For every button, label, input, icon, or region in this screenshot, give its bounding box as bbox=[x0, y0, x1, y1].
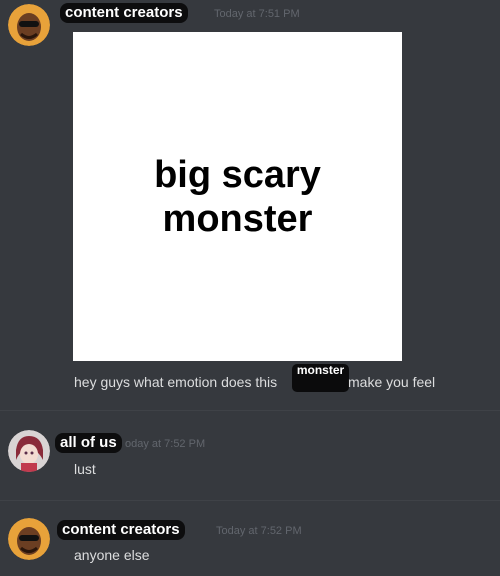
message-text: lust bbox=[74, 461, 96, 477]
avatar[interactable] bbox=[8, 4, 50, 46]
avatar[interactable] bbox=[8, 430, 50, 472]
message-2: all of us oday at 7:52 PM lust bbox=[0, 420, 500, 500]
timestamp: Today at 7:51 PM bbox=[214, 8, 300, 20]
censor-bar: monster bbox=[292, 364, 349, 392]
meme-image[interactable]: big scary monster bbox=[73, 32, 402, 361]
username[interactable]: all of us bbox=[55, 433, 122, 453]
username[interactable]: content creators bbox=[60, 3, 188, 23]
message-text-after: make you feel bbox=[348, 374, 436, 390]
meme-caption-line-1: big scary bbox=[154, 153, 321, 196]
timestamp: oday at 7:52 PM bbox=[125, 438, 206, 450]
divider bbox=[0, 500, 500, 501]
meme-caption: big scary monster bbox=[154, 153, 321, 241]
username[interactable]: content creators bbox=[57, 520, 185, 540]
message-text-before: hey guys what emotion does this bbox=[74, 374, 278, 390]
timestamp: Today at 7:52 PM bbox=[216, 525, 302, 537]
censor-label: monster bbox=[296, 363, 345, 377]
meme-caption-line-2: monster bbox=[162, 197, 313, 240]
message-text: anyone else bbox=[74, 547, 150, 563]
divider bbox=[0, 410, 500, 411]
message-3: content creators Today at 7:52 PM anyone… bbox=[0, 510, 500, 576]
avatar[interactable] bbox=[8, 518, 50, 560]
message-1: content creators Today at 7:51 PM big sc… bbox=[0, 0, 500, 400]
